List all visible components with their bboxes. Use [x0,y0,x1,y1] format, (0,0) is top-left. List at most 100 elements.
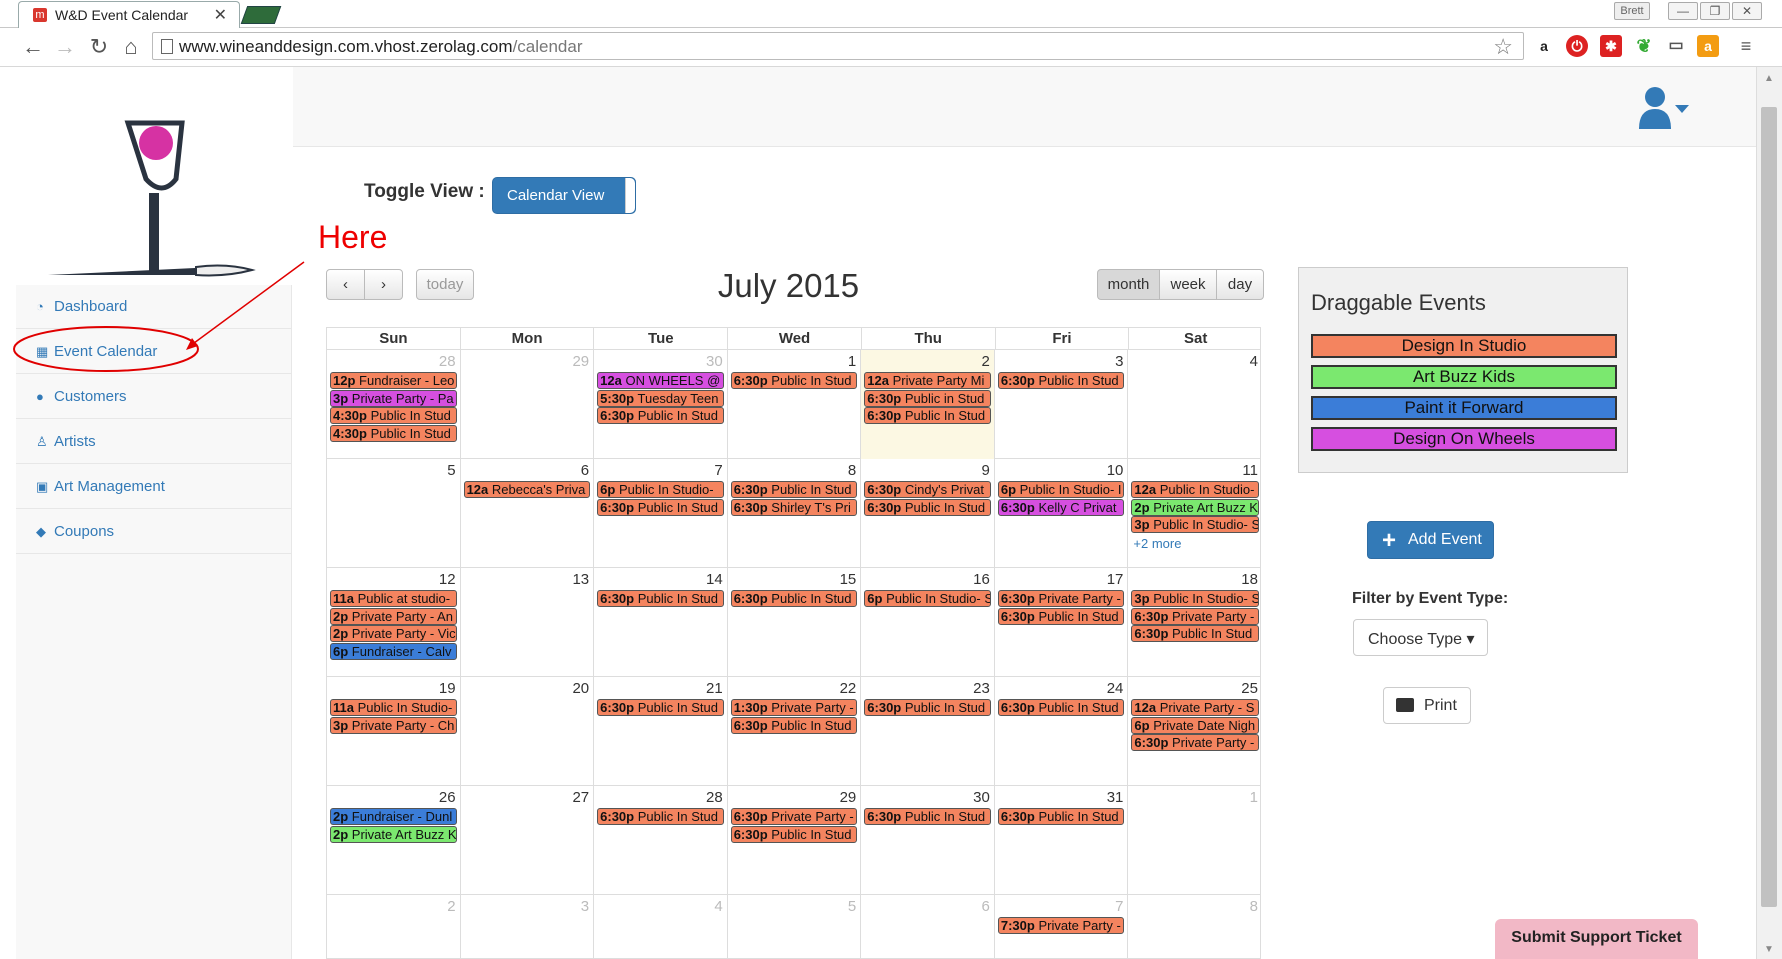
day-number[interactable]: 30 [973,789,990,806]
new-tab-button[interactable] [240,6,282,24]
calendar-event[interactable]: 4:30p Public In Stud [330,407,457,424]
calendar-day-cell[interactable]: 18 3p Public In Studio- S 6:30p Private Pa… [1128,568,1260,677]
calendar-event[interactable]: 12a Rebecca's Priva [463,481,591,498]
day-number[interactable]: 12 [439,571,456,588]
calendar-event[interactable]: 7:30p Private Party - [997,917,1125,934]
calendar-event[interactable]: 11a Public at studio- [330,590,457,607]
calendar-day-cell[interactable]: 4 [594,895,728,958]
calendar-day-cell[interactable]: 19 11a Public In Studio- 3p Private Party … [327,677,461,786]
calendar-event[interactable]: 6:30p Public In Stud [597,498,724,516]
calendar-view-toggle[interactable]: Calendar View [492,177,636,214]
cast-icon[interactable]: ▭ [1665,35,1687,57]
day-number[interactable]: 16 [973,571,990,588]
calendar-day-cell[interactable]: 14 6:30p Public In Stud [594,568,728,677]
calendar-event[interactable]: 6:30p Public In Stud [730,825,858,843]
home-icon[interactable]: ⌂ [118,34,144,60]
profile-button[interactable]: Brett [1614,2,1650,20]
calendar-event[interactable]: 11a Public In Studio- [330,699,457,716]
calendar-day-cell[interactable]: 30 6:30p Public In Stud [861,786,995,895]
calendar-event[interactable]: 3p Public In Studio- S [1131,516,1259,533]
calendar-event[interactable]: 6:30p Public In Stud [597,407,724,424]
calendar-event[interactable]: 6:30p Private Party - [1131,734,1259,751]
page-scrollbar[interactable]: ▲ ▼ [1756,67,1782,959]
day-number[interactable]: 2 [447,898,455,915]
calendar-event[interactable]: 2p Private Party - An [330,607,457,625]
calendar-event[interactable]: 6:30p Private Party - [730,808,858,825]
amazon-assistant-icon[interactable]: a [1697,35,1719,57]
more-events-link[interactable]: +2 more [1133,536,1181,551]
calendar-event[interactable]: 6:30p Private Party - [997,590,1125,607]
day-number[interactable]: 1 [848,353,856,370]
calendar-day-cell[interactable]: 2 [327,895,461,958]
calendar-day-cell[interactable]: 1 6:30p Public In Stud [728,350,862,459]
calendar-day-cell[interactable]: 29 [461,350,595,459]
day-number[interactable]: 10 [1107,462,1124,479]
day-number[interactable]: 4 [714,898,722,915]
calendar-day-cell[interactable]: 7 6p Public In Studio- 6:30p Public In Stu… [594,459,728,568]
calendar-event[interactable]: 3p Private Party - Ch [330,716,457,734]
calendar-day-cell[interactable]: 12 11a Public at studio- 2p Private Party … [327,568,461,677]
calendar-day-cell[interactable]: 30 12a ON WHEELS @5:30p Tuesday Teen 6:30p… [594,350,728,459]
day-number[interactable]: 24 [1107,680,1124,697]
calendar-event[interactable]: 6p Public In Studio- S [864,590,991,607]
day-number[interactable]: 8 [848,462,856,479]
calendar-event[interactable]: 6:30p Public In Stud [597,808,724,825]
calendar-event[interactable]: 12a Private Party Mi [864,372,991,389]
calendar-event[interactable]: 2p Private Art Buzz K [330,825,457,843]
browser-tab[interactable]: m W&D Event Calendar ✕ [18,1,240,28]
day-number[interactable]: 19 [439,680,456,697]
calendar-day-cell[interactable]: 20 [461,677,595,786]
puzzle-extension-icon[interactable]: ✱ [1600,35,1622,57]
day-number[interactable]: 11 [1242,462,1258,479]
day-number[interactable]: 21 [706,680,723,697]
sidebar-item-coupons[interactable]: ◆ Coupons [16,509,292,554]
day-number[interactable]: 23 [973,680,990,697]
calendar-event[interactable]: 6:30p Public In Stud [597,699,724,716]
calendar-event[interactable]: 6p Fundraiser - Calv [330,642,457,660]
back-icon[interactable]: ← [20,34,46,60]
calendar-day-cell[interactable]: 7 7:30p Private Party - [995,895,1129,958]
view-day-button[interactable]: day [1216,269,1264,300]
sidebar-item-art-management[interactable]: ▣ Art Management [16,464,292,509]
calendar-event[interactable]: 6:30p Public In Stud [997,699,1125,716]
day-number[interactable]: 2 [982,353,990,370]
calendar-day-cell[interactable]: 24 6:30p Public In Stud [995,677,1129,786]
calendar-event[interactable]: 6:30p Public in Stud [864,389,991,407]
sidebar-item-artists[interactable]: ♙ Artists [16,419,292,464]
day-number[interactable]: 7 [714,462,722,479]
calendar-event[interactable]: 6:30p Public In Stud [730,481,858,498]
calendar-event[interactable]: 6p Public In Studio- I [997,481,1125,498]
sidebar-item-event-calendar[interactable]: ▦ Event Calendar [16,329,292,374]
calendar-day-cell[interactable]: 11 12a Public In Studio- 2p Private Art Bu… [1128,459,1260,568]
calendar-event[interactable]: 6:30p Public In Stud [864,699,991,716]
logo[interactable] [16,67,292,285]
day-number[interactable]: 8 [1250,898,1258,915]
calendar-day-cell[interactable]: 25 12a Private Party - S 6p Private Date N… [1128,677,1260,786]
day-number[interactable]: 4 [1250,353,1258,370]
calendar-event[interactable]: 3p Private Party - Pa [330,389,457,407]
calendar-event[interactable]: 6:30p Public In Stud [864,407,991,424]
restore-button[interactable]: ❐ [1700,2,1730,20]
draggable-event-design-on-wheels[interactable]: Design On Wheels [1311,427,1617,451]
evernote-extension-icon[interactable]: ❦ [1633,35,1655,57]
calendar-event[interactable]: 12a ON WHEELS @ [597,372,724,389]
calendar-event[interactable]: 6:30p Shirley T's Pri [730,498,858,516]
calendar-event[interactable]: 6:30p Public In Stud [997,372,1125,389]
bookmark-star-icon[interactable]: ☆ [1493,34,1513,60]
day-number[interactable]: 5 [848,898,856,915]
submit-support-ticket-button[interactable]: Submit Support Ticket [1495,919,1698,959]
address-bar[interactable]: www.wineanddesign.com.vhost.zerolag.com/… [152,32,1524,60]
day-number[interactable]: 29 [840,789,857,806]
calendar-day-cell[interactable]: 3 [461,895,595,958]
calendar-day-cell[interactable]: 2 12a Private Party Mi 6:30p Public in Stu… [861,350,995,459]
day-number[interactable]: 27 [572,789,589,806]
draggable-event-art-buzz-kids[interactable]: Art Buzz Kids [1311,365,1617,389]
calendar-day-cell[interactable]: 29 6:30p Private Party -6:30p Public In S… [728,786,862,895]
day-number[interactable]: 17 [1107,571,1124,588]
calendar-day-cell[interactable]: 28 6:30p Public In Stud [594,786,728,895]
add-event-button[interactable]: + Add Event [1367,521,1494,559]
day-number[interactable]: 29 [572,353,589,370]
day-number[interactable]: 7 [1115,898,1123,915]
calendar-event[interactable]: 6:30p Public In Stud [730,716,858,734]
calendar-event[interactable]: 6p Private Date Nigh [1131,716,1259,734]
